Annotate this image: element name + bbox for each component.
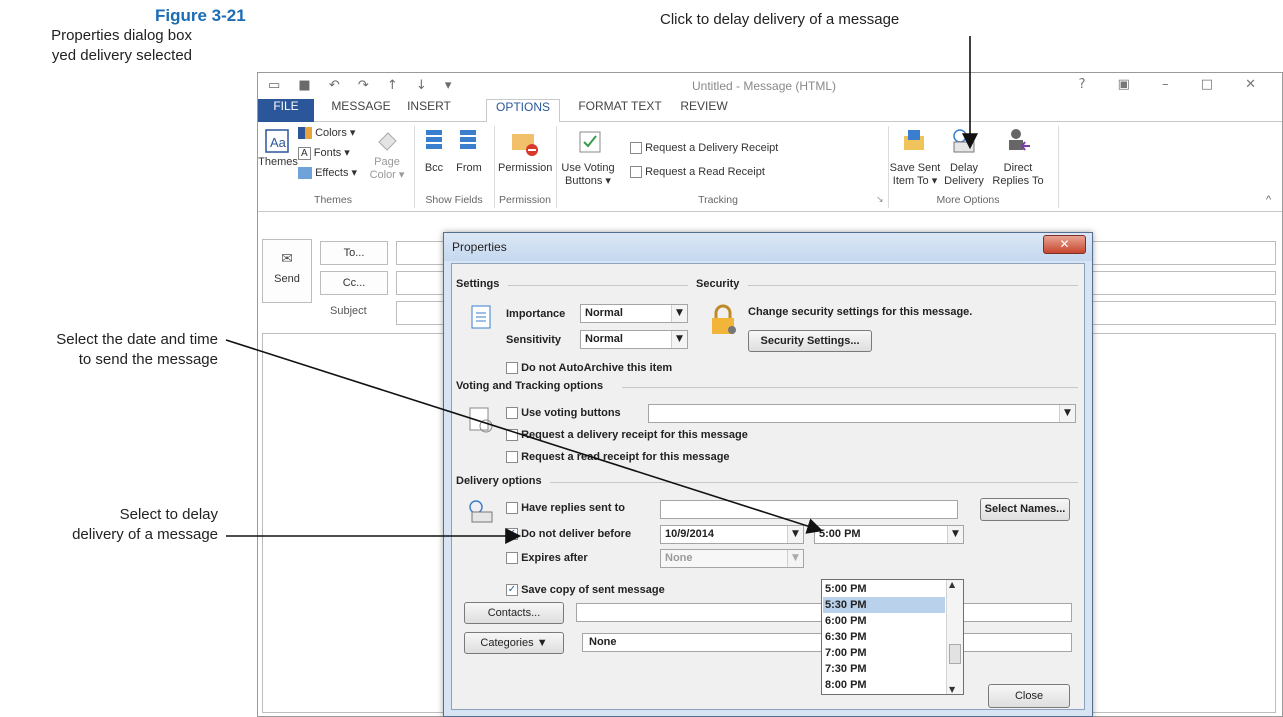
callout-arrows xyxy=(225,36,978,544)
arrow-to-time-dropdown xyxy=(225,339,824,534)
